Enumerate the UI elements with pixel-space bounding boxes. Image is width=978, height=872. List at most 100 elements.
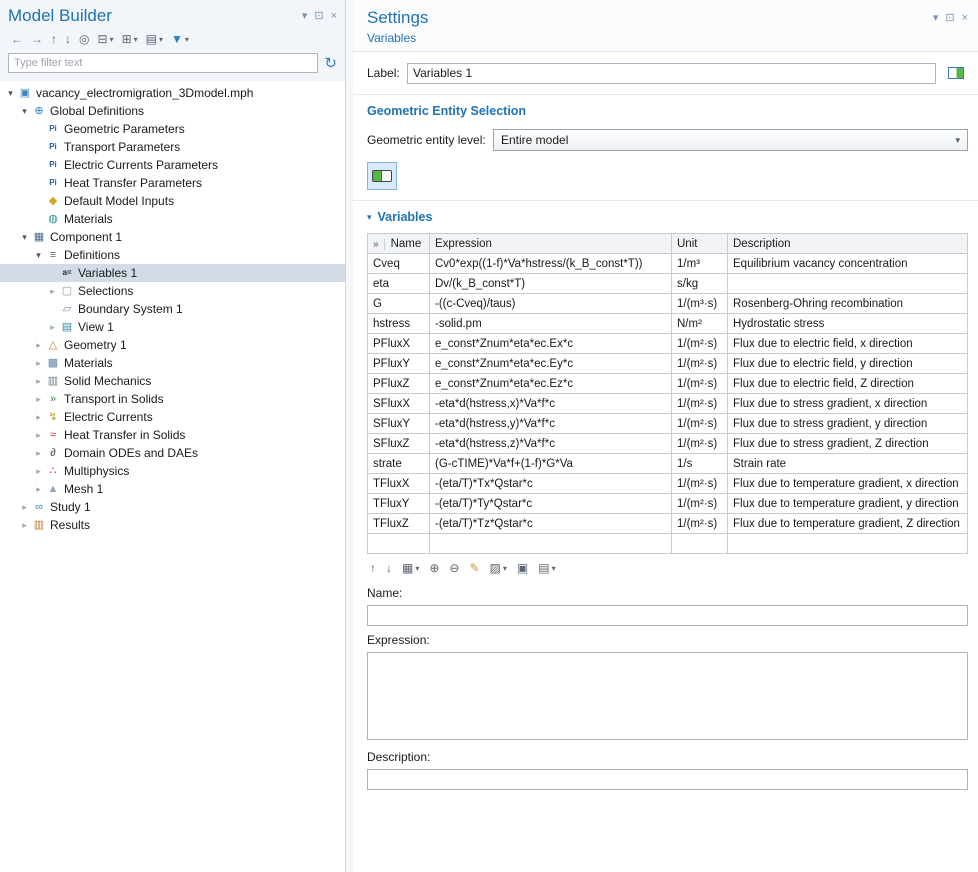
unit-cell[interactable]: 1/(m²·s) bbox=[672, 354, 728, 374]
move-down-button[interactable]: ↓ bbox=[383, 561, 395, 575]
unit-cell[interactable]: 1/(m³·s) bbox=[672, 294, 728, 314]
unit-cell[interactable]: 1/m³ bbox=[672, 254, 728, 274]
unit-cell[interactable]: 1/(m²·s) bbox=[672, 474, 728, 494]
sort-columns-icon[interactable]: » bbox=[373, 239, 385, 250]
dropdown-caret-icon[interactable]: ▾ bbox=[110, 35, 114, 44]
filter-input[interactable] bbox=[8, 53, 318, 73]
delete-row-button[interactable]: ⊖ bbox=[446, 561, 462, 575]
name-cell[interactable]: hstress bbox=[368, 314, 430, 334]
unit-cell[interactable]: 1/(m²·s) bbox=[672, 414, 728, 434]
panel-splitter[interactable] bbox=[346, 0, 353, 872]
settings-context-link[interactable]: Variables bbox=[367, 31, 416, 45]
column-header-description[interactable]: Description bbox=[728, 234, 968, 254]
tree-item-materials[interactable]: ▸▩Materials bbox=[0, 354, 345, 372]
description-cell[interactable]: Flux due to electric field, Z direction bbox=[728, 374, 968, 394]
expression-cell[interactable]: -(eta/T)*Tx*Qstar*c bbox=[430, 474, 672, 494]
expression-cell[interactable]: e_const*Znum*eta*ec.Ey*c bbox=[430, 354, 672, 374]
expand-arrow-icon[interactable]: ▸ bbox=[32, 466, 45, 477]
name-cell[interactable]: PFluxX bbox=[368, 334, 430, 354]
expand-arrow-icon[interactable]: ▸ bbox=[32, 484, 45, 495]
panel-menu-chevron-icon[interactable]: ▾ bbox=[302, 11, 308, 22]
unit-cell[interactable]: s/kg bbox=[672, 274, 728, 294]
tree-item-vacancy-electromigration-3dmodel-mph[interactable]: ▾▣vacancy_electromigration_3Dmodel.mph bbox=[0, 84, 345, 102]
dropdown-caret-icon[interactable]: ▾ bbox=[134, 35, 138, 44]
table-row[interactable]: etaDv/(k_B_const*T)s/kg bbox=[368, 274, 968, 294]
collapse-arrow-icon[interactable]: ▾ bbox=[18, 106, 31, 117]
table-row[interactable]: TFluxY-(eta/T)*Ty*Qstar*c1/(m²·s)Flux du… bbox=[368, 494, 968, 514]
expand-arrow-icon[interactable]: ▸ bbox=[46, 322, 59, 333]
expression-cell[interactable]: -solid.pm bbox=[430, 314, 672, 334]
unit-cell[interactable]: 1/(m²·s) bbox=[672, 434, 728, 454]
collapse-arrow-icon[interactable]: ▾ bbox=[4, 88, 17, 99]
move-up-button[interactable]: ↑ bbox=[48, 32, 60, 46]
name-cell[interactable]: SFluxX bbox=[368, 394, 430, 414]
expression-cell[interactable]: e_const*Znum*eta*ec.Ez*c bbox=[430, 374, 672, 394]
name-cell[interactable]: PFluxY bbox=[368, 354, 430, 374]
unit-cell[interactable]: N/m² bbox=[672, 314, 728, 334]
name-cell[interactable]: eta bbox=[368, 274, 430, 294]
expand-arrow-icon[interactable]: ▸ bbox=[32, 448, 45, 459]
tree-item-heat-transfer-parameters[interactable]: PiHeat Transfer Parameters bbox=[0, 174, 345, 192]
expand-arrow-icon[interactable]: ▸ bbox=[18, 520, 31, 531]
expression-cell[interactable]: Cv0*exp((1-f)*Va*hstress/(k_B_const*T)) bbox=[430, 254, 672, 274]
tree-item-materials[interactable]: ◍Materials bbox=[0, 210, 345, 228]
tree-item-geometric-parameters[interactable]: PiGeometric Parameters bbox=[0, 120, 345, 138]
dropdown-caret-icon[interactable]: ▾ bbox=[503, 564, 507, 573]
tree-item-geometry-1[interactable]: ▸△Geometry 1 bbox=[0, 336, 345, 354]
column-header-expression[interactable]: Expression bbox=[430, 234, 672, 254]
label-input[interactable] bbox=[407, 63, 936, 84]
description-cell[interactable]: Flux due to temperature gradient, x dire… bbox=[728, 474, 968, 494]
dropdown-caret-icon[interactable]: ▾ bbox=[415, 564, 419, 573]
unit-cell[interactable]: 1/(m²·s) bbox=[672, 394, 728, 414]
collapse-arrow-icon[interactable]: ▾ bbox=[18, 232, 31, 243]
name-cell[interactable]: Cveq bbox=[368, 254, 430, 274]
column-header-unit[interactable]: Unit bbox=[672, 234, 728, 254]
description-cell[interactable] bbox=[728, 274, 968, 294]
description-cell[interactable]: Flux due to temperature gradient, y dire… bbox=[728, 494, 968, 514]
expression-cell[interactable]: -(eta/T)*Tz*Qstar*c bbox=[430, 514, 672, 534]
back-button[interactable]: ← bbox=[8, 32, 26, 46]
tree-item-multiphysics[interactable]: ▸∴Multiphysics bbox=[0, 462, 345, 480]
tree-item-component-1[interactable]: ▾▦Component 1 bbox=[0, 228, 345, 246]
collapse-arrow-icon[interactable]: ▾ bbox=[32, 250, 45, 261]
description-cell[interactable]: Flux due to stress gradient, x direction bbox=[728, 394, 968, 414]
tree-item-selections[interactable]: ▸▢Selections bbox=[0, 282, 345, 300]
expression-input[interactable] bbox=[367, 652, 968, 740]
float-panel-icon[interactable]: ⊡ bbox=[314, 11, 323, 22]
save-to-file-button[interactable]: ▣ bbox=[514, 561, 531, 575]
description-cell[interactable]: Flux due to stress gradient, Z direction bbox=[728, 434, 968, 454]
float-panel-icon[interactable]: ⊡ bbox=[945, 13, 954, 24]
description-cell[interactable]: Rosenberg-Ohring recombination bbox=[728, 294, 968, 314]
expression-cell[interactable]: e_const*Znum*eta*ec.Ex*c bbox=[430, 334, 672, 354]
move-up-button[interactable]: ↑ bbox=[367, 561, 379, 575]
expand-arrow-icon[interactable]: ▸ bbox=[18, 502, 31, 513]
table-row[interactable]: G-((c-Cveq)/taus)1/(m³·s)Rosenberg-Ohrin… bbox=[368, 294, 968, 314]
table-row[interactable]: SFluxZ-eta*d(hstress,z)*Va*f*c1/(m²·s)Fl… bbox=[368, 434, 968, 454]
description-cell[interactable]: Hydrostatic stress bbox=[728, 314, 968, 334]
tree-item-view-1[interactable]: ▸▤View 1 bbox=[0, 318, 345, 336]
tree-item-default-model-inputs[interactable]: ◆Default Model Inputs bbox=[0, 192, 345, 210]
tree-item-transport-in-solids[interactable]: ▸»Transport in Solids bbox=[0, 390, 345, 408]
name-cell[interactable] bbox=[368, 534, 430, 554]
description-cell[interactable]: Flux due to stress gradient, y direction bbox=[728, 414, 968, 434]
expression-cell[interactable]: -eta*d(hstress,z)*Va*f*c bbox=[430, 434, 672, 454]
expand-all-button[interactable]: ⊞▾ bbox=[119, 32, 141, 46]
name-cell[interactable]: TFluxY bbox=[368, 494, 430, 514]
table-row[interactable]: SFluxX-eta*d(hstress,x)*Va*f*c1/(m²·s)Fl… bbox=[368, 394, 968, 414]
entity-level-select[interactable]: Entire model ▾ bbox=[493, 129, 968, 151]
name-cell[interactable]: SFluxZ bbox=[368, 434, 430, 454]
table-row[interactable]: PFluxZe_const*Znum*eta*ec.Ez*c1/(m²·s)Fl… bbox=[368, 374, 968, 394]
active-selection-toggle[interactable] bbox=[367, 162, 397, 190]
table-settings-button[interactable]: ▤▾ bbox=[535, 561, 558, 575]
table-row[interactable]: CveqCv0*exp((1-f)*Va*hstress/(k_B_const*… bbox=[368, 254, 968, 274]
edit-button[interactable]: ✎ bbox=[466, 561, 482, 575]
tree-item-transport-parameters[interactable]: PiTransport Parameters bbox=[0, 138, 345, 156]
close-panel-icon[interactable]: × bbox=[331, 11, 337, 22]
tree-item-electric-currents-parameters[interactable]: PiElectric Currents Parameters bbox=[0, 156, 345, 174]
tree-item-global-definitions[interactable]: ▾⊕Global Definitions bbox=[0, 102, 345, 120]
dropdown-caret-icon[interactable]: ▾ bbox=[552, 564, 556, 573]
name-input[interactable] bbox=[367, 605, 968, 626]
tree-item-variables-1[interactable]: a=Variables 1 bbox=[0, 264, 345, 282]
dropdown-caret-icon[interactable]: ▾ bbox=[185, 35, 189, 44]
tree-item-boundary-system-1[interactable]: ▱Boundary System 1 bbox=[0, 300, 345, 318]
